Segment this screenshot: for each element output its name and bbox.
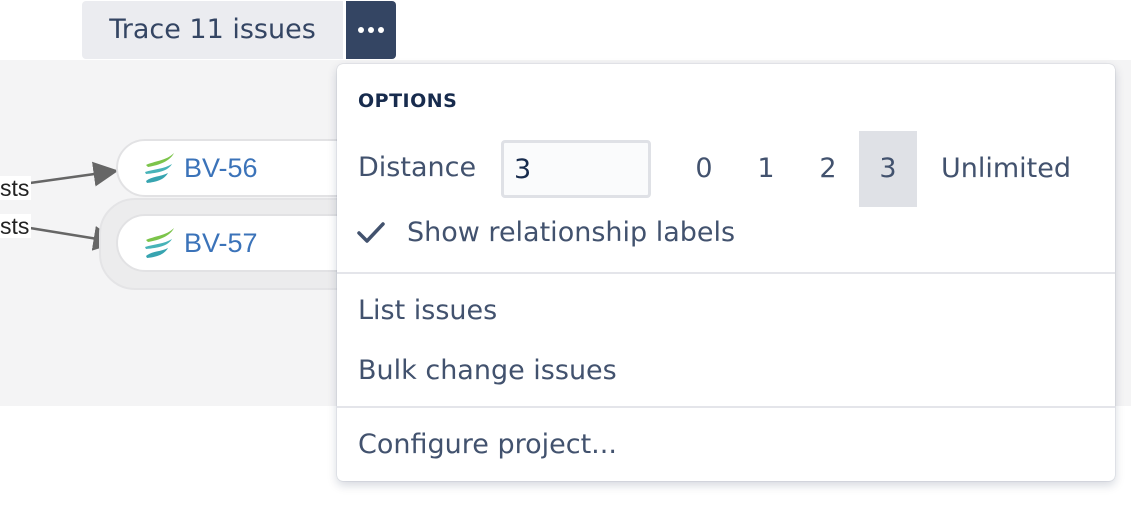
issue-type-icon bbox=[145, 228, 174, 258]
edge-arrow bbox=[29, 161, 119, 187]
show-relationship-labels-label: Show relationship labels bbox=[407, 216, 736, 248]
more-options-button[interactable] bbox=[346, 1, 396, 59]
menu-item-bulk-change-issues[interactable]: Bulk change issues bbox=[358, 343, 1098, 399]
distance-option-3[interactable]: 3 bbox=[859, 131, 917, 207]
distance-label: Distance bbox=[358, 152, 477, 183]
distance-option-1[interactable]: 1 bbox=[735, 131, 797, 207]
issue-key[interactable]: BV-56 bbox=[184, 153, 258, 184]
menu-item-list-issues[interactable]: List issues bbox=[358, 283, 1098, 339]
distance-option-0[interactable]: 0 bbox=[673, 131, 735, 207]
options-dropdown-menu: OPTIONS Distance 0 1 2 3 Unlimited Show … bbox=[337, 64, 1115, 481]
menu-divider bbox=[337, 406, 1115, 408]
distance-option-unlimited[interactable]: Unlimited bbox=[917, 131, 1095, 207]
distance-option-2[interactable]: 2 bbox=[797, 131, 859, 207]
menu-divider bbox=[337, 272, 1115, 274]
distance-input[interactable] bbox=[501, 140, 651, 198]
issue-type-icon bbox=[145, 153, 174, 183]
edge-label: sts bbox=[0, 175, 32, 201]
menu-item-configure-project[interactable]: Configure project... bbox=[358, 417, 1098, 473]
issue-key[interactable]: BV-57 bbox=[184, 228, 258, 259]
trace-issues-button[interactable]: Trace 11 issues bbox=[82, 1, 343, 59]
show-relationship-labels-toggle[interactable]: Show relationship labels bbox=[355, 216, 735, 248]
edge-label: sts bbox=[0, 213, 32, 239]
ellipsis-icon bbox=[358, 27, 384, 33]
distance-options: 0 1 2 3 Unlimited bbox=[673, 131, 1095, 207]
checkmark-icon bbox=[357, 222, 385, 243]
options-heading: OPTIONS bbox=[358, 90, 458, 112]
